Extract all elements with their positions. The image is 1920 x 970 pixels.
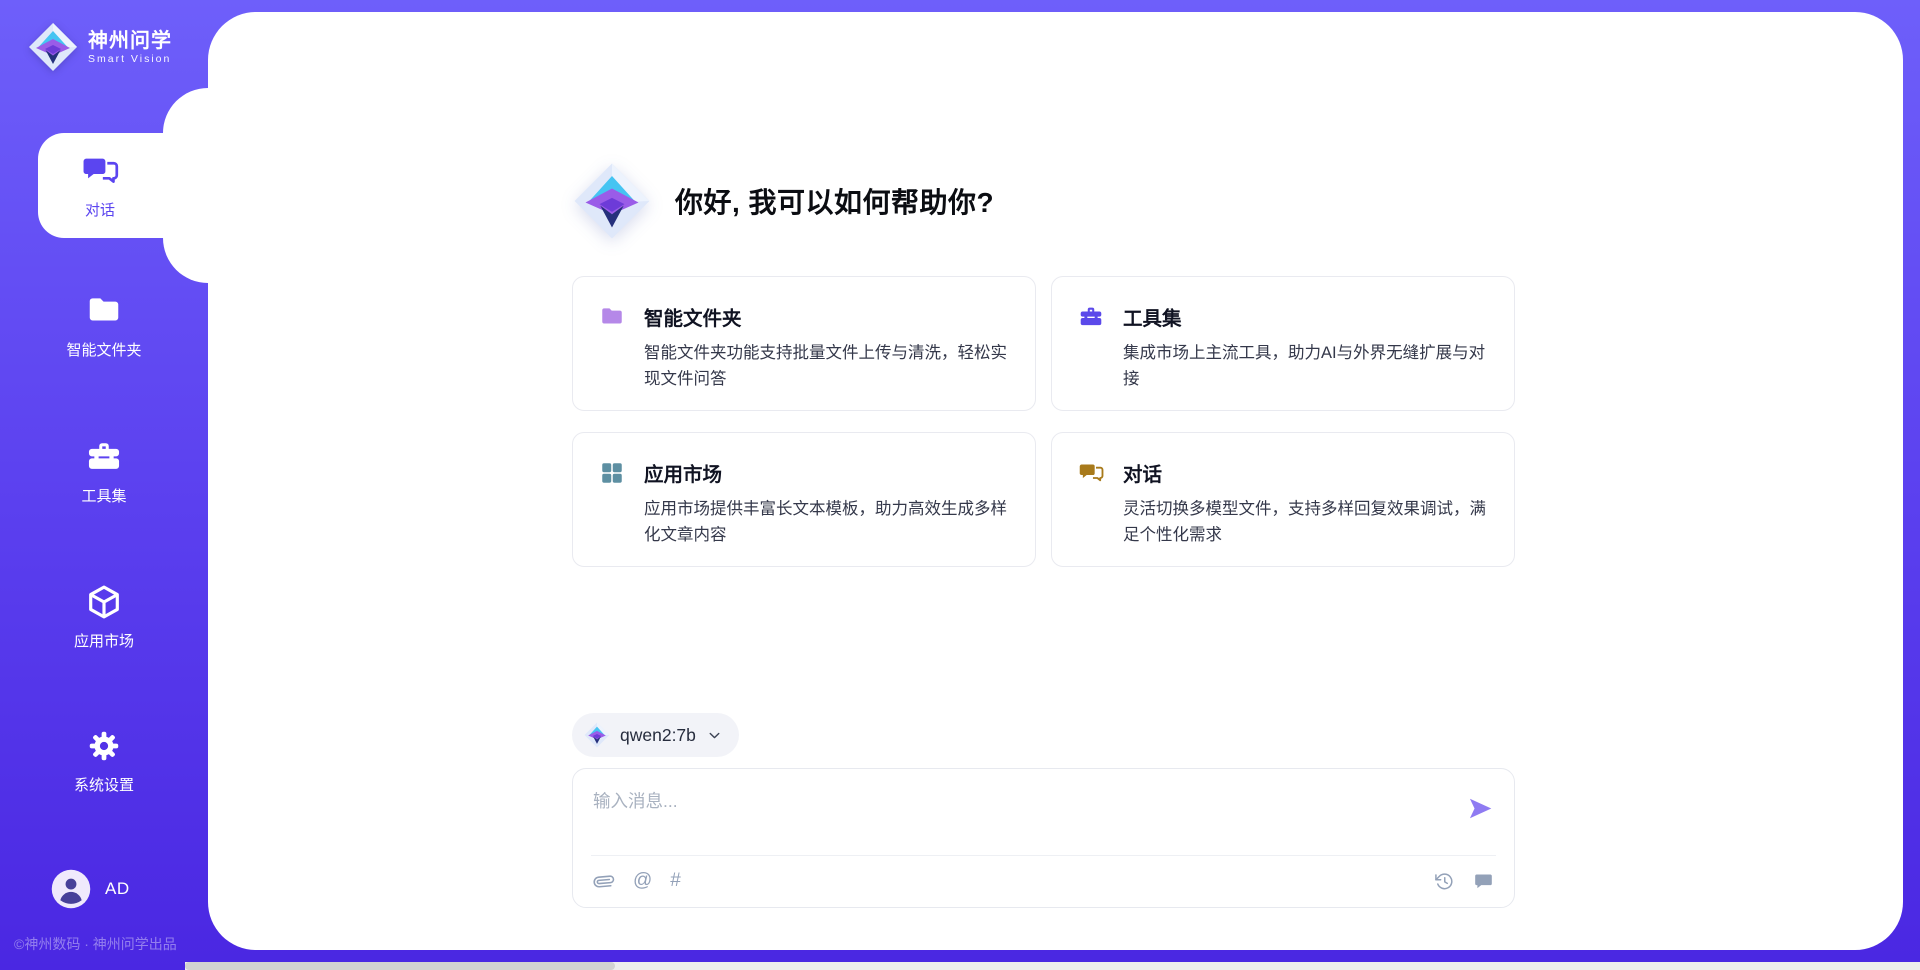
brand-subtitle: Smart Vision bbox=[88, 53, 172, 66]
chevron-down-icon bbox=[706, 727, 723, 744]
copyright-text: ©神州数码 · 神州问学出品 bbox=[14, 934, 177, 954]
sidebar-item-toolset[interactable]: 工具集 bbox=[0, 438, 208, 506]
message-input[interactable] bbox=[593, 785, 1413, 817]
sidebar: 神州问学 Smart Vision 智能文件夹 工具集 应用市场 系统设置 AD… bbox=[0, 0, 208, 970]
sidebar-item-label: 应用市场 bbox=[74, 630, 134, 651]
card-title: 对话 bbox=[1123, 458, 1162, 487]
send-icon[interactable] bbox=[1467, 795, 1494, 822]
folder-icon bbox=[599, 304, 625, 330]
card-toolset[interactable]: 工具集 集成市场上主流工具，助力AI与外界无缝扩展与对接 bbox=[1051, 276, 1515, 411]
assistant-diamond-icon bbox=[573, 162, 651, 240]
grid-icon bbox=[599, 460, 625, 486]
sidebar-item-label: 工具集 bbox=[81, 485, 126, 506]
sidebar-item-settings[interactable]: 系统设置 bbox=[0, 727, 208, 795]
at-icon[interactable]: @ bbox=[633, 870, 652, 892]
avatar-icon bbox=[50, 868, 92, 910]
history-icon[interactable] bbox=[1434, 871, 1455, 892]
model-logo-icon bbox=[584, 722, 610, 748]
sidebar-item-smart-folder[interactable]: 智能文件夹 bbox=[0, 292, 208, 360]
card-title: 工具集 bbox=[1123, 302, 1182, 331]
card-chat[interactable]: 对话 灵活切换多模型文件，支持多样回复效果调试，满足个性化需求 bbox=[1051, 432, 1515, 567]
greeting: 你好, 我可以如何帮助你? bbox=[573, 162, 994, 240]
model-selector[interactable]: qwen2:7b bbox=[572, 713, 739, 757]
card-description: 集成市场上主流工具，助力AI与外界无缝扩展与对接 bbox=[1123, 340, 1488, 392]
horizontal-scrollbar[interactable] bbox=[185, 962, 1920, 970]
gear-icon bbox=[85, 727, 123, 765]
scrollbar-thumb[interactable] bbox=[185, 962, 615, 970]
card-smart-folder[interactable]: 智能文件夹 智能文件夹功能支持批量文件上传与清洗，轻松实现文件问答 bbox=[572, 276, 1036, 411]
feature-cards: 智能文件夹 智能文件夹功能支持批量文件上传与清洗，轻松实现文件问答 工具集 集成… bbox=[572, 276, 1515, 567]
briefcase-icon bbox=[1078, 304, 1104, 330]
message-composer: @ # bbox=[572, 768, 1515, 908]
model-name: qwen2:7b bbox=[620, 725, 696, 746]
greeting-text: 你好, 我可以如何帮助你? bbox=[675, 181, 994, 221]
paperclip-icon[interactable] bbox=[593, 870, 615, 892]
sidebar-item-label: 系统设置 bbox=[74, 774, 134, 795]
comment-icon[interactable] bbox=[1473, 871, 1494, 892]
card-title: 智能文件夹 bbox=[644, 302, 742, 331]
sidebar-item-label: 智能文件夹 bbox=[66, 339, 141, 360]
card-description: 应用市场提供丰富长文本模板，助力高效生成多样化文章内容 bbox=[644, 496, 1009, 548]
card-app-market[interactable]: 应用市场 应用市场提供丰富长文本模板，助力高效生成多样化文章内容 bbox=[572, 432, 1036, 567]
card-description: 智能文件夹功能支持批量文件上传与清洗，轻松实现文件问答 bbox=[644, 340, 1009, 392]
hash-icon[interactable]: # bbox=[670, 870, 681, 892]
card-description: 灵活切换多模型文件，支持多样回复效果调试，满足个性化需求 bbox=[1123, 496, 1488, 548]
brand-name: 神州问学 bbox=[88, 29, 172, 53]
user-account[interactable]: AD bbox=[50, 868, 130, 910]
cube-icon bbox=[85, 583, 123, 621]
chat-icon bbox=[1078, 460, 1104, 486]
brand-diamond-icon bbox=[28, 22, 78, 72]
user-initials: AD bbox=[105, 879, 130, 899]
briefcase-icon bbox=[85, 438, 123, 476]
sidebar-item-app-market[interactable]: 应用市场 bbox=[0, 583, 208, 651]
brand-logo: 神州问学 Smart Vision bbox=[28, 22, 172, 72]
card-title: 应用市场 bbox=[644, 458, 722, 487]
folder-icon bbox=[85, 292, 123, 330]
